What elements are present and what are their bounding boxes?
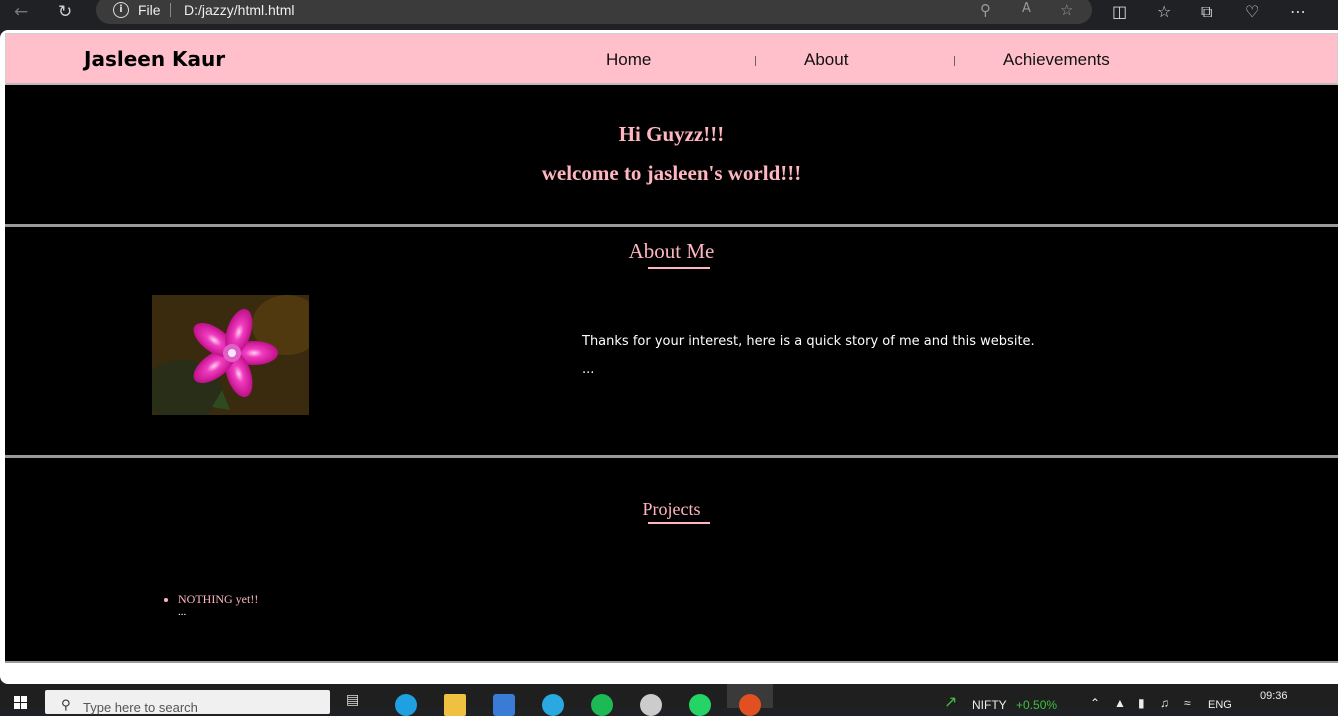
web-page: Jasleen Kaur Home About Achievements Hi … bbox=[5, 33, 1338, 663]
stock-name[interactable]: NIFTY bbox=[972, 698, 1007, 712]
info-icon[interactable]: i bbox=[113, 2, 129, 18]
flower-image bbox=[152, 295, 309, 415]
more-menu-icon[interactable]: ⋯ bbox=[1290, 2, 1306, 21]
nav-divider bbox=[755, 56, 756, 66]
hero-greeting: Hi Guyzz!!! bbox=[618, 122, 725, 146]
collections-icon[interactable]: ⧉ bbox=[1201, 2, 1212, 22]
nav-link-achievements[interactable]: Achievements bbox=[1003, 50, 1110, 70]
nav-link-home[interactable]: Home bbox=[606, 50, 651, 70]
favorites-icon[interactable]: ☆ bbox=[1157, 2, 1171, 21]
browser-toolbar: ← ↻ i File D:/jazzy/html.html ⚲ A ☆ ◫ ☆ … bbox=[0, 0, 1338, 28]
url-text[interactable]: D:/jazzy/html.html bbox=[184, 2, 294, 18]
hero-section: Hi Guyzz!!! welcome to jasleen's world!!… bbox=[5, 85, 1338, 227]
edge-browser-icon[interactable] bbox=[395, 694, 417, 716]
projects-title-underline bbox=[648, 522, 710, 524]
app-icon bbox=[739, 694, 761, 716]
site-brand[interactable]: Jasleen Kaur bbox=[84, 47, 225, 71]
refresh-icon[interactable]: ↻ bbox=[58, 2, 72, 22]
about-title: About Me bbox=[628, 239, 715, 263]
list-item: NOTHING yet!! bbox=[178, 592, 258, 607]
hero-welcome: welcome to jasleen's world!!! bbox=[541, 161, 802, 185]
stock-change: +0.50% bbox=[1016, 698, 1058, 712]
page-viewport: Jasleen Kaur Home About Achievements Hi … bbox=[0, 30, 1338, 684]
stock-up-arrow-icon: ↗ bbox=[944, 694, 958, 711]
task-view-icon[interactable]: ▤ bbox=[346, 692, 368, 714]
windows-taskbar: ⚲ Type here to search ▤ ↗ NIFTY +0.50% ⌃… bbox=[0, 684, 1338, 716]
browser-essentials-icon[interactable]: ♡ bbox=[1245, 2, 1259, 21]
about-ellipsis: ... bbox=[582, 362, 595, 377]
projects-list: NOTHING yet!! bbox=[163, 592, 258, 607]
settings-gear-icon[interactable] bbox=[640, 694, 662, 716]
taskbar-search-box[interactable]: ⚲ Type here to search bbox=[45, 690, 330, 715]
read-aloud-icon[interactable]: A bbox=[1022, 1, 1031, 16]
zoom-icon[interactable]: ⚲ bbox=[980, 1, 991, 19]
about-paragraph: Thanks for your interest, here is a quic… bbox=[582, 334, 1035, 349]
address-bar[interactable]: i File D:/jazzy/html.html ⚲ A ☆ bbox=[96, 0, 1092, 24]
file-explorer-icon[interactable] bbox=[444, 694, 466, 716]
cortana-icon[interactable] bbox=[542, 694, 564, 716]
language-indicator[interactable]: ENG bbox=[1208, 699, 1232, 711]
back-arrow-icon[interactable]: ← bbox=[14, 2, 28, 22]
whatsapp-icon[interactable] bbox=[689, 694, 711, 716]
projects-section: Projects NOTHING yet!! ... bbox=[5, 458, 1338, 663]
nav-link-about[interactable]: About bbox=[804, 50, 848, 70]
store-icon[interactable] bbox=[493, 694, 515, 716]
about-title-underline bbox=[648, 267, 710, 269]
search-icon: ⚲ bbox=[61, 698, 71, 713]
clock-time[interactable]: 09:36 bbox=[1260, 690, 1288, 702]
split-screen-icon[interactable]: ◫ bbox=[1112, 2, 1127, 21]
active-app-slot[interactable] bbox=[727, 684, 773, 716]
site-navbar: Jasleen Kaur Home About Achievements bbox=[5, 33, 1338, 85]
nav-divider bbox=[954, 56, 955, 66]
projects-title: Projects bbox=[642, 499, 701, 519]
projects-ellipsis: ... bbox=[178, 606, 187, 618]
address-divider bbox=[170, 3, 171, 17]
about-section: About Me Thanks for your interest, here … bbox=[5, 227, 1338, 458]
spotify-icon[interactable] bbox=[591, 694, 613, 716]
file-label: File bbox=[138, 2, 161, 18]
favorite-star-icon[interactable]: ☆ bbox=[1060, 1, 1073, 19]
